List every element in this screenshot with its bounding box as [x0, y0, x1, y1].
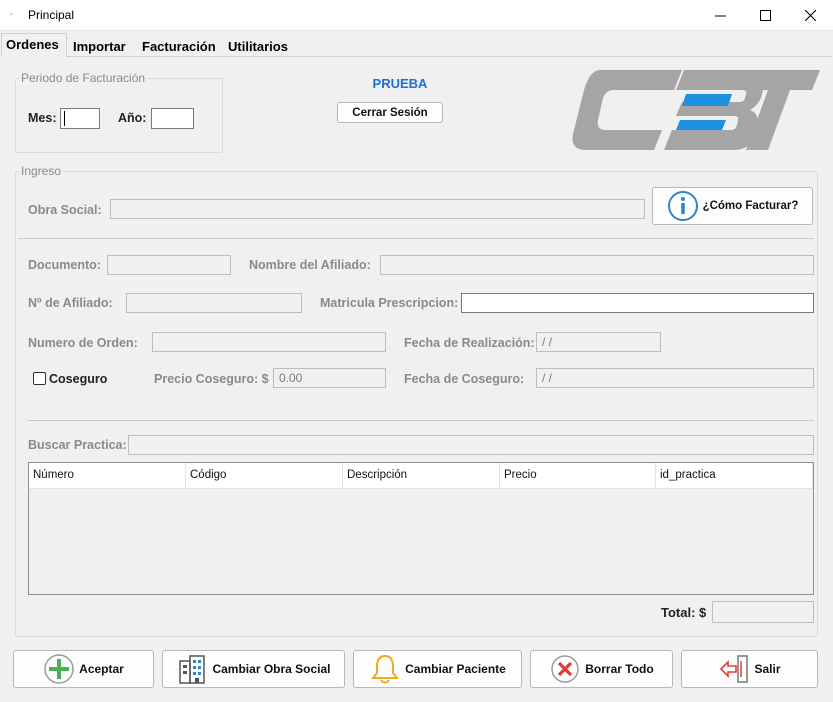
column-header-id-practica[interactable]: id_practica: [656, 463, 813, 489]
nombre-afiliado-label: Nombre del Afiliado:: [249, 258, 371, 272]
tab-utilitarios[interactable]: Utilitarios: [223, 35, 293, 56]
cambiar-paciente-label: Cambiar Paciente: [405, 662, 506, 676]
tab-ordenes[interactable]: Ordenes: [1, 33, 67, 57]
fecha-coseguro-field[interactable]: / /: [536, 368, 814, 388]
fecha-realizacion-label: Fecha de Realización:: [404, 336, 535, 350]
anio-label: Año:: [118, 111, 147, 125]
close-icon: [804, 10, 816, 21]
maximize-icon: [759, 10, 771, 21]
column-header-codigo[interactable]: Código: [186, 463, 343, 489]
total-label: Total: $: [661, 605, 707, 620]
buscar-practica-field[interactable]: [128, 435, 814, 455]
salir-button[interactable]: Salir: [681, 650, 818, 688]
app-icon: ▫: [10, 11, 13, 18]
documento-field[interactable]: [107, 255, 231, 275]
obra-social-field[interactable]: [110, 199, 645, 219]
aceptar-label: Aceptar: [79, 662, 124, 676]
periodo-group-label: Periodo de Facturación: [19, 71, 148, 85]
borrar-todo-button[interactable]: Borrar Todo: [530, 650, 673, 688]
user-name: PRUEBA: [372, 76, 428, 91]
ingreso-group-label: Ingreso: [19, 164, 64, 178]
tab-importar[interactable]: Importar: [68, 35, 136, 56]
nro-afiliado-field[interactable]: [126, 293, 302, 313]
documento-label: Documento:: [28, 258, 101, 272]
grid-header: Número Código Descripción Precio id_prac…: [29, 463, 813, 489]
total-field: [712, 601, 814, 623]
fecha-realizacion-field[interactable]: / /: [536, 332, 661, 352]
nro-afiliado-label: Nº de Afiliado:: [28, 296, 113, 310]
column-header-precio[interactable]: Precio: [500, 463, 656, 489]
numero-orden-label: Numero de Orden:: [28, 336, 138, 350]
bell-icon: [369, 653, 401, 685]
cambiar-paciente-button[interactable]: Cambiar Paciente: [353, 650, 522, 688]
column-header-numero[interactable]: Número: [29, 463, 186, 489]
matricula-input[interactable]: [461, 293, 814, 313]
fecha-coseguro-label: Fecha de Coseguro:: [404, 372, 525, 386]
precio-coseguro-label: Precio Coseguro: $: [154, 372, 269, 386]
tab-facturacion[interactable]: Facturación: [137, 35, 222, 56]
anio-input[interactable]: [151, 108, 194, 129]
numero-orden-field[interactable]: [152, 332, 386, 352]
matricula-label: Matricula Prescripcion:: [320, 296, 459, 310]
delete-icon: [549, 653, 581, 685]
mes-input[interactable]: [60, 108, 100, 129]
minimize-button[interactable]: [697, 0, 743, 31]
window-title: Principal: [28, 8, 75, 22]
borrar-todo-label: Borrar Todo: [585, 662, 654, 676]
info-icon: [667, 191, 698, 221]
buscar-practica-label: Buscar Practica:: [28, 438, 127, 452]
add-icon: [43, 653, 75, 685]
building-icon: [176, 653, 208, 685]
text-cursor: [64, 111, 65, 126]
como-facturar-button[interactable]: ¿Cómo Facturar?: [652, 187, 813, 225]
precio-coseguro-field[interactable]: 0.00: [273, 368, 386, 388]
mes-label: Mes:: [28, 111, 57, 125]
exit-icon: [718, 653, 750, 685]
separator: [28, 420, 814, 421]
obra-social-label: Obra Social:: [28, 203, 102, 217]
logout-button[interactable]: Cerrar Sesión: [337, 102, 443, 123]
nombre-afiliado-field[interactable]: [380, 255, 814, 275]
column-header-descripcion[interactable]: Descripción: [343, 463, 500, 489]
separator: [18, 238, 814, 239]
close-button[interactable]: [787, 0, 833, 31]
coseguro-checkbox[interactable]: [33, 372, 46, 385]
cbt-logo: [572, 70, 820, 150]
practicas-grid[interactable]: Número Código Descripción Precio id_prac…: [28, 462, 814, 595]
como-facturar-label: ¿Cómo Facturar?: [702, 200, 799, 212]
aceptar-button[interactable]: Aceptar: [13, 650, 154, 688]
cambiar-obra-social-button[interactable]: Cambiar Obra Social: [162, 650, 345, 688]
minimize-icon: [714, 15, 726, 17]
cambiar-obra-social-label: Cambiar Obra Social: [212, 662, 331, 676]
salir-label: Salir: [754, 662, 781, 676]
coseguro-label[interactable]: Coseguro: [49, 372, 107, 386]
maximize-button[interactable]: [742, 0, 788, 31]
